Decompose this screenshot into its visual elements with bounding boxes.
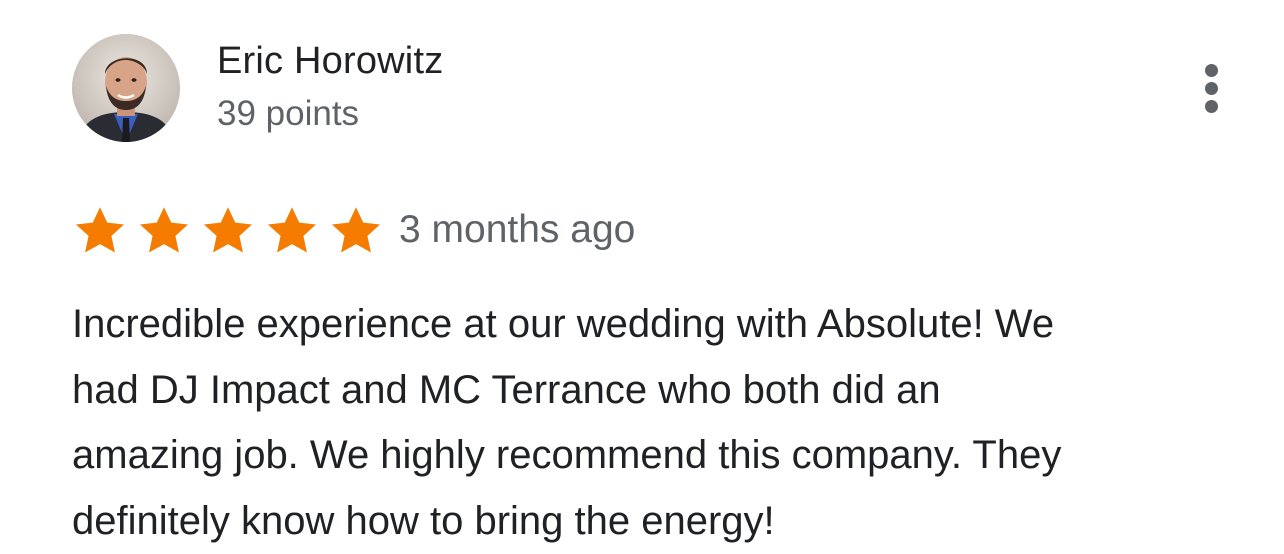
person-photo-icon — [72, 34, 180, 142]
more-vert-icon-dot — [1205, 100, 1218, 113]
more-vert-icon-dot — [1205, 82, 1218, 95]
avatar[interactable] — [72, 34, 180, 142]
star-rating — [72, 203, 384, 259]
star-icon — [264, 203, 320, 259]
review-card: Eric Horowitz 39 points 3 months ago Inc… — [0, 0, 1284, 552]
star-icon — [200, 203, 256, 259]
review-time: 3 months ago — [399, 208, 636, 251]
author-points: 39 points — [217, 94, 360, 133]
more-options-button[interactable] — [1194, 58, 1230, 120]
author-name[interactable]: Eric Horowitz — [217, 40, 443, 83]
star-icon — [328, 203, 384, 259]
review-text: Incredible experience at our wedding wit… — [72, 302, 1062, 543]
star-icon — [72, 203, 128, 259]
star-icon — [136, 203, 192, 259]
more-vert-icon — [1205, 64, 1218, 77]
